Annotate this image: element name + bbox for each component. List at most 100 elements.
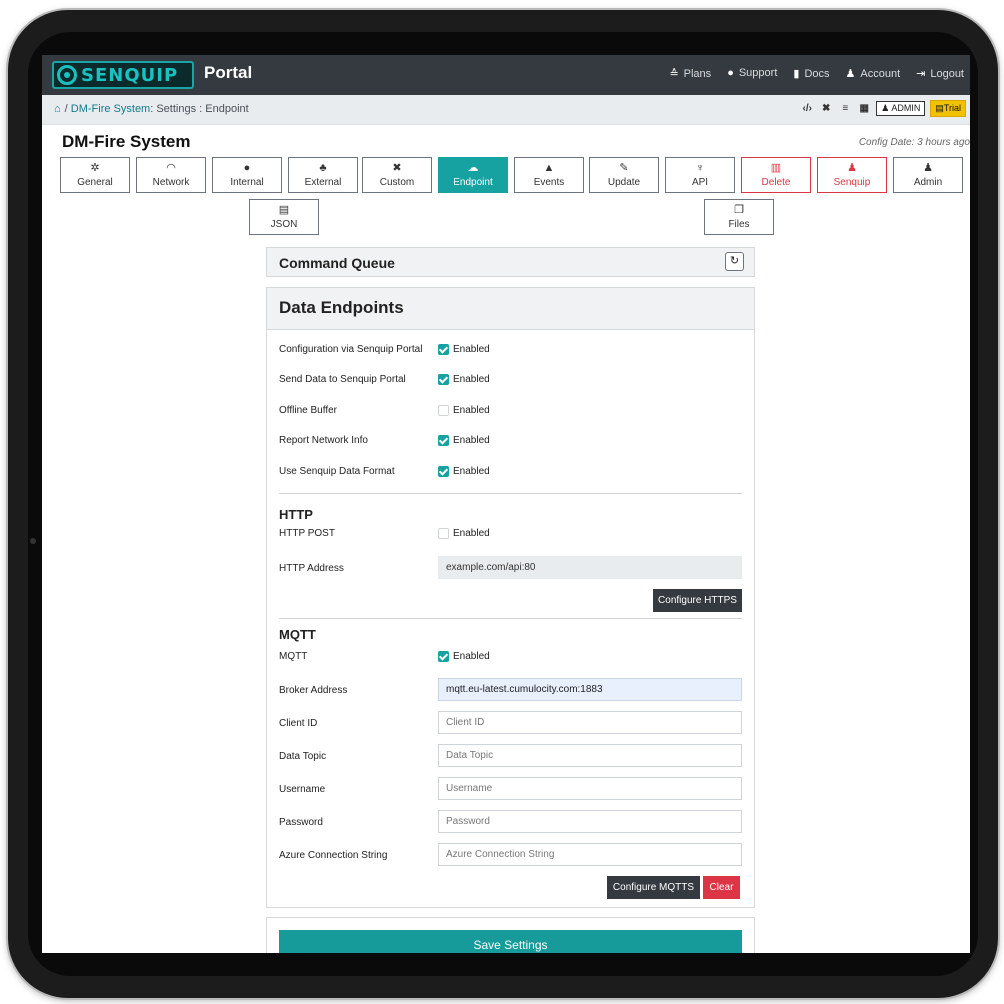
- wifi-icon: ◠: [166, 162, 176, 174]
- admin-badge-label: ADMIN: [891, 103, 921, 113]
- command-queue-panel[interactable]: Command Queue ↻: [266, 247, 755, 277]
- breadcrumb-system-link[interactable]: DM-Fire System: [71, 103, 150, 115]
- document-icon: ▮: [793, 68, 800, 80]
- table-icon[interactable]: ▦: [857, 103, 871, 114]
- tab-admin[interactable]: ♟ Admin: [893, 157, 963, 193]
- azure-connection-input[interactable]: Azure Connection String: [438, 843, 742, 866]
- enabled-label: Enabled: [453, 374, 490, 385]
- data-topic-input[interactable]: Data Topic: [438, 744, 742, 767]
- tab-custom[interactable]: ✖ Custom: [362, 157, 432, 193]
- logo-text: SENQUIP: [81, 65, 179, 86]
- senquip-logo[interactable]: SENQUIP: [52, 61, 194, 89]
- enabled-label: Enabled: [453, 344, 490, 355]
- brand-title[interactable]: Portal: [204, 63, 252, 83]
- nav-account[interactable]: ♟ Account: [846, 67, 901, 80]
- username-input[interactable]: Username: [438, 777, 742, 800]
- send-data-checkbox[interactable]: [438, 374, 449, 385]
- broker-address-input[interactable]: mqtt.eu-latest.cumulocity.com:1883: [438, 678, 742, 701]
- username-label: Username: [279, 784, 326, 795]
- nav-links: ≙ Plans ● Support ▮ Docs ♟ Account ⇥ Logout: [669, 67, 964, 80]
- bell-icon: ▲: [543, 162, 555, 174]
- tab-json[interactable]: ▤ JSON: [249, 199, 319, 235]
- enabled-label: Enabled: [453, 528, 490, 539]
- tab-endpoint[interactable]: ☁ Endpoint: [438, 157, 508, 193]
- mqtt-label: MQTT: [279, 651, 308, 662]
- tools-icon[interactable]: ✖: [819, 103, 833, 114]
- http-address-input[interactable]: example.com/api:80: [438, 556, 742, 579]
- nav-logout[interactable]: ⇥ Logout: [916, 67, 964, 80]
- configure-https-button[interactable]: Configure HTTPS: [653, 589, 742, 612]
- file-icon: ▤: [278, 204, 290, 216]
- breadcrumb-bar: ⌂ / DM-Fire System: Settings : Endpoint ‹…: [42, 95, 970, 125]
- home-icon[interactable]: ⌂: [54, 103, 61, 115]
- enabled-label: Enabled: [453, 405, 490, 416]
- report-network-label: Report Network Info: [279, 435, 368, 446]
- tab-senquip[interactable]: ♟ Senquip: [817, 157, 887, 193]
- nav-plans[interactable]: ≙ Plans: [669, 67, 711, 80]
- nav-docs-label: Docs: [804, 68, 830, 80]
- password-input[interactable]: Password: [438, 810, 742, 833]
- trial-badge[interactable]: ▤Trial: [930, 100, 966, 117]
- save-settings-button[interactable]: Save Settings: [279, 930, 742, 953]
- breadcrumb-rest: : Settings : Endpoint: [150, 103, 249, 115]
- http-post-checkbox[interactable]: [438, 528, 449, 539]
- wrench-icon: ✎: [619, 162, 629, 174]
- tab-label: General: [77, 177, 113, 188]
- tab-general[interactable]: ✲ General: [60, 157, 130, 193]
- tab-label: Admin: [913, 177, 943, 188]
- nav-account-label: Account: [860, 68, 901, 80]
- tab-api[interactable]: ♆ API: [665, 157, 735, 193]
- tab-files[interactable]: ❐ Files: [704, 199, 774, 235]
- data-endpoints-header: Data Endpoints: [267, 288, 754, 330]
- sign-out-icon: ⇥: [916, 68, 926, 80]
- broker-address-label: Broker Address: [279, 685, 348, 696]
- tab-label: External: [304, 177, 342, 188]
- server-icon[interactable]: ≡: [838, 103, 852, 114]
- azure-connection-label: Azure Connection String: [279, 850, 388, 861]
- tab-update[interactable]: ✎ Update: [589, 157, 659, 193]
- user-cog-icon: ♟: [923, 162, 933, 174]
- tab-label: Delete: [761, 177, 791, 188]
- senquip-format-label: Use Senquip Data Format: [279, 466, 395, 477]
- mqtt-checkbox[interactable]: [438, 651, 449, 662]
- configure-mqtts-button[interactable]: Configure MQTTS: [607, 876, 700, 899]
- chevrons-up-icon: ≙: [669, 68, 679, 80]
- database-icon: ▤: [935, 103, 944, 113]
- divider: [279, 618, 742, 619]
- users-icon: ♟: [881, 103, 892, 113]
- tab-events[interactable]: ▲ Events: [514, 157, 584, 193]
- clear-button[interactable]: Clear: [703, 876, 740, 899]
- tab-delete[interactable]: ▥ Delete: [741, 157, 811, 193]
- client-id-input[interactable]: Client ID: [438, 711, 742, 734]
- report-network-checkbox[interactable]: [438, 435, 449, 446]
- senquip-format-checkbox[interactable]: [438, 466, 449, 477]
- tools-icon: ✖: [392, 162, 402, 174]
- refresh-icon[interactable]: ↻: [725, 252, 744, 271]
- code-icon[interactable]: ‹/›: [800, 103, 814, 114]
- data-endpoints-panel: Data Endpoints Configuration via Senquip…: [266, 287, 755, 908]
- offline-buffer-checkbox[interactable]: [438, 405, 449, 416]
- trash-icon: ▥: [770, 162, 782, 174]
- tab-label: API: [691, 177, 709, 188]
- data-endpoints-title: Data Endpoints: [279, 298, 404, 317]
- trial-badge-label: Trial: [943, 103, 961, 113]
- breadcrumb-tools: ‹/› ✖ ≡ ▦ ♟ ADMIN ▤Trial: [800, 100, 966, 117]
- breadcrumb: ⌂ / DM-Fire System: Settings : Endpoint: [54, 103, 249, 115]
- gear-icon: ✲: [90, 162, 100, 174]
- enabled-label: Enabled: [453, 466, 490, 477]
- tab-label: Internal: [230, 177, 264, 188]
- cloud-icon: ☁: [467, 162, 479, 174]
- tab-internal[interactable]: ● Internal: [212, 157, 282, 193]
- user-cog-icon: ♟: [847, 162, 857, 174]
- nav-support[interactable]: ● Support: [727, 67, 777, 80]
- nav-docs[interactable]: ▮ Docs: [793, 67, 829, 80]
- circle-icon: ●: [243, 162, 251, 174]
- config-date: Config Date: 3 hours ago: [858, 137, 970, 148]
- tab-external[interactable]: ♣ External: [288, 157, 358, 193]
- tab-network[interactable]: ◠ Network: [136, 157, 206, 193]
- tab-label: Senquip: [833, 177, 871, 188]
- copy-icon: ❐: [734, 204, 744, 216]
- admin-badge[interactable]: ♟ ADMIN: [876, 101, 926, 116]
- save-panel: Save Settings: [266, 917, 755, 953]
- config-via-portal-checkbox[interactable]: [438, 344, 449, 355]
